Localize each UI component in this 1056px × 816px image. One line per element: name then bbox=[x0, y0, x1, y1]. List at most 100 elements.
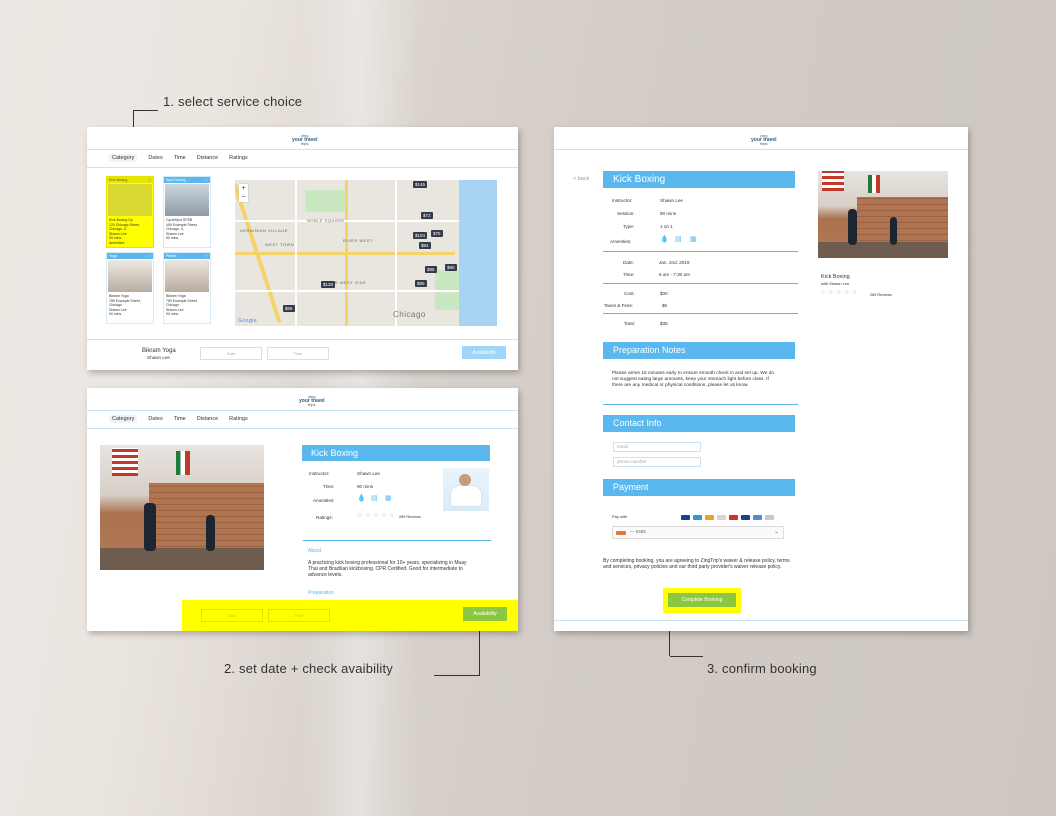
price-pin[interactable]: $85 bbox=[415, 280, 427, 287]
star-icon: ☆ bbox=[820, 290, 826, 296]
filter-distance[interactable]: Distance bbox=[197, 154, 218, 162]
callout-step1: 1. select service choice bbox=[163, 94, 303, 109]
date-field[interactable]: Date bbox=[200, 347, 262, 360]
unionpay-icon bbox=[753, 515, 762, 520]
visa-icon bbox=[681, 515, 690, 520]
price-pin[interactable]: $104 bbox=[413, 232, 428, 239]
contact-info-title: Contact Info bbox=[603, 415, 795, 432]
price-pin[interactable]: $145 bbox=[413, 181, 428, 188]
divider bbox=[87, 167, 518, 168]
discover-icon bbox=[717, 515, 726, 520]
service-card[interactable]: Pilates ♡ Bikram Yoga 789 Example Street,… bbox=[163, 252, 211, 324]
detail-label: Session: bbox=[617, 211, 635, 216]
payment-card-select[interactable]: — 5485 ⌄ bbox=[612, 526, 784, 539]
price-pin[interactable]: $72 bbox=[421, 212, 433, 219]
results-map[interactable]: + − NOBLE SQUARE WEST TOWN NEAR WEST SIDE… bbox=[235, 180, 497, 326]
detail-label: Instructor: bbox=[612, 198, 633, 203]
heart-icon[interactable]: ♡ bbox=[148, 254, 151, 258]
callout-step2: 2. set date + check avaibility bbox=[224, 661, 393, 676]
star-icon: ☆ bbox=[389, 513, 395, 519]
price-pin[interactable]: $90 bbox=[445, 264, 457, 271]
map-zoom-control[interactable]: + − bbox=[239, 184, 248, 202]
heart-icon[interactable]: ♡ bbox=[205, 254, 208, 258]
price-pin[interactable]: $84 bbox=[419, 242, 431, 249]
back-link[interactable]: < back bbox=[573, 176, 589, 182]
photo-flag bbox=[822, 171, 844, 191]
callout-step3: 3. confirm booking bbox=[707, 661, 817, 676]
heart-icon[interactable]: ♡ bbox=[205, 178, 208, 182]
time-field[interactable]: Time bbox=[267, 347, 329, 360]
price-pin[interactable]: $128 bbox=[321, 281, 336, 288]
card-address: 456 Example Street, Chicago, IL bbox=[166, 222, 198, 232]
instructor-avatar bbox=[443, 468, 489, 511]
detail-label: Time: bbox=[323, 484, 335, 489]
side-subtitle: with Shawn Lee bbox=[821, 281, 850, 286]
map-label: NOBLE SQUARE bbox=[307, 218, 345, 223]
card-brand-icon bbox=[616, 531, 626, 535]
heart-icon[interactable]: ♡ bbox=[148, 178, 151, 182]
cost-label: Taxes & Fees: bbox=[604, 303, 634, 308]
card-amenities: Amenities bbox=[109, 240, 125, 245]
locker-icon: ▦ bbox=[385, 495, 392, 502]
phone-field[interactable]: phone number bbox=[613, 457, 701, 467]
map-road bbox=[345, 180, 348, 326]
card-header: Kick Boxing ♡ bbox=[107, 177, 153, 183]
map-street bbox=[235, 290, 459, 292]
side-title: Kick Boxing bbox=[821, 274, 850, 280]
selected-service-title: Bikram Yoga bbox=[142, 348, 176, 354]
complete-booking-button[interactable]: Complete Booking bbox=[668, 593, 736, 607]
card-tag: Kick Boxing bbox=[109, 178, 128, 182]
punching-bag bbox=[848, 209, 857, 245]
about-heading: About bbox=[308, 548, 322, 554]
filter-distance[interactable]: Distance bbox=[197, 415, 218, 423]
email-field[interactable]: email bbox=[613, 442, 701, 452]
service-card[interactable]: Yoga ♡ Bikram Yoga 789 Example Street, Ch… bbox=[106, 252, 154, 324]
time-field[interactable]: Time bbox=[268, 609, 330, 622]
review-count: 289 Reviews bbox=[399, 515, 421, 519]
card-text: Bikram Yoga 789 Example Street, Chicago … bbox=[164, 293, 210, 318]
photo-flag bbox=[176, 451, 190, 475]
price-pin[interactable]: $75 bbox=[431, 230, 443, 237]
availability-button[interactable]: Availability bbox=[462, 346, 506, 359]
card-header: Pilates ♡ bbox=[164, 253, 210, 259]
filter-dates[interactable]: Dates bbox=[148, 415, 162, 423]
gym-photo bbox=[100, 445, 264, 570]
filter-ratings[interactable]: Ratings bbox=[229, 154, 248, 162]
filter-nav: Category Dates Time Distance Ratings bbox=[109, 415, 248, 423]
card-time: 90 mins bbox=[109, 312, 122, 316]
search-results-panel: zing your travel trips Category Dates Ti… bbox=[87, 127, 518, 370]
preparation-notes-title: Preparation Notes bbox=[603, 342, 795, 359]
filter-dates[interactable]: Dates bbox=[148, 154, 162, 162]
divider bbox=[603, 283, 798, 284]
price-pin[interactable]: $85 bbox=[425, 266, 437, 273]
callout-line bbox=[133, 110, 158, 111]
date-field[interactable]: Date bbox=[201, 609, 263, 622]
selected-service-subtitle: Shawn Lee bbox=[147, 355, 170, 360]
service-card[interactable]: Spin/Cycling ♡ CycleSpot SPEB 456 Example… bbox=[163, 176, 211, 248]
filter-category[interactable]: Category bbox=[109, 154, 138, 162]
card-tag: Yoga bbox=[109, 254, 117, 258]
card-image bbox=[108, 184, 152, 216]
star-icon: ☆ bbox=[828, 290, 834, 296]
payment-title: Payment bbox=[603, 479, 795, 496]
card-text: CycleSpot SPEB 456 Example Street, Chica… bbox=[164, 217, 210, 242]
card-header: Yoga ♡ bbox=[107, 253, 153, 259]
service-card[interactable]: Kick Boxing ♡ Kick Boxing Gy 123 Chicago … bbox=[106, 176, 154, 248]
punching-bag bbox=[206, 515, 215, 551]
payment-card-icons bbox=[681, 515, 774, 520]
filter-time[interactable]: Time bbox=[174, 154, 186, 162]
filter-time[interactable]: Time bbox=[174, 415, 186, 423]
punching-bag bbox=[890, 217, 897, 245]
price-pin[interactable]: $65 bbox=[283, 305, 295, 312]
detail-label: Ratings: bbox=[316, 515, 333, 520]
service-photo bbox=[818, 171, 948, 258]
availability-button[interactable]: Availability bbox=[463, 607, 507, 621]
filter-nav: Category Dates Time Distance Ratings bbox=[109, 154, 248, 162]
filter-category[interactable]: Category bbox=[109, 415, 138, 423]
filter-ratings[interactable]: Ratings bbox=[229, 415, 248, 423]
divider bbox=[303, 540, 491, 541]
schedule-label: Time: bbox=[623, 272, 635, 277]
cost-value: $30 bbox=[660, 291, 668, 296]
divider bbox=[87, 149, 518, 150]
card-tag: Spin/Cycling bbox=[166, 178, 186, 182]
